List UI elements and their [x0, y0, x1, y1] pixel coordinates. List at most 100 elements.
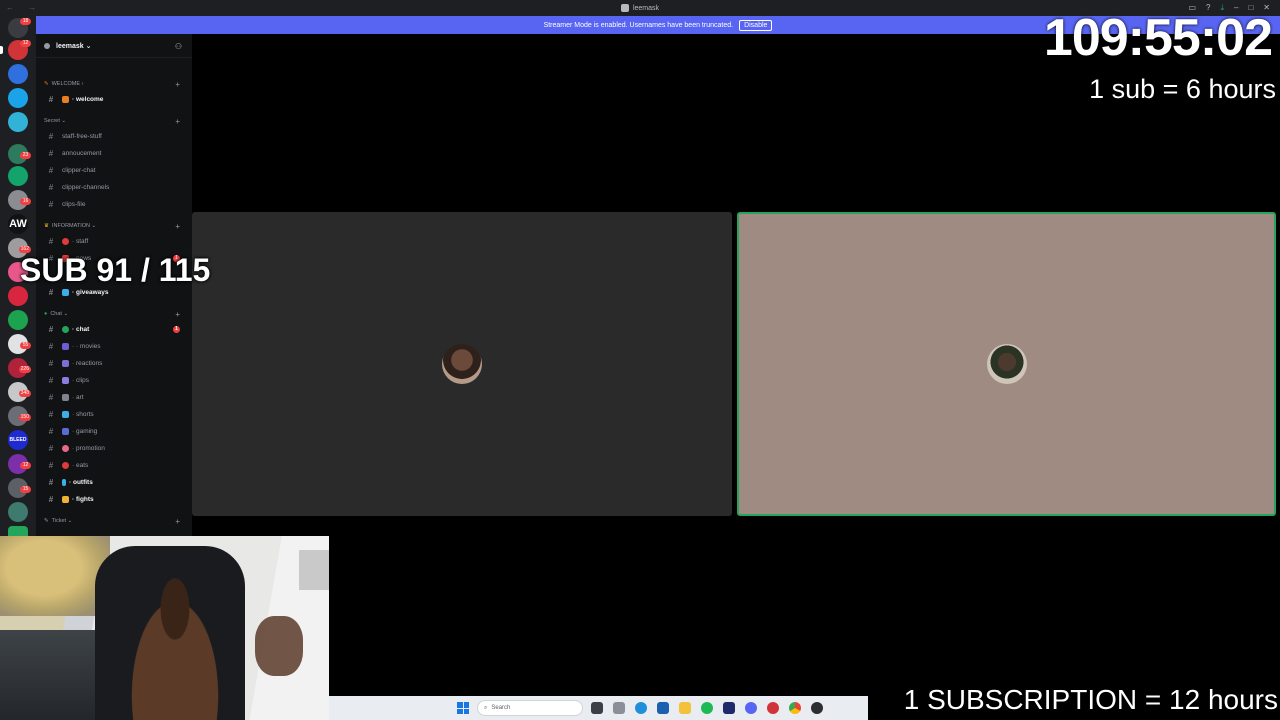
jeans-icon	[62, 478, 66, 486]
category-ticket[interactable]: ✎ Ticket ⌄ +	[44, 517, 184, 526]
add-channel-icon[interactable]: +	[175, 117, 180, 126]
channel-label: · chat	[72, 325, 90, 333]
channel-chat[interactable]: # · chat 1	[44, 322, 186, 336]
hash-icon: #	[48, 494, 54, 504]
food-icon	[62, 461, 69, 469]
category-label: Ticket ⌄	[51, 518, 73, 524]
server-icon[interactable]: BLEED	[8, 430, 28, 450]
category-label: WELCOME ›	[51, 81, 84, 87]
gamepad-icon	[62, 427, 69, 435]
add-channel-icon[interactable]: +	[175, 310, 180, 319]
webcam-background	[0, 630, 110, 720]
settings-icon[interactable]	[613, 702, 625, 714]
rail-badge: 150	[18, 414, 31, 421]
channel-label: · reactions	[72, 359, 103, 367]
call-participant-tile[interactable]	[192, 212, 732, 516]
server-icon[interactable]	[8, 64, 28, 84]
edge-icon[interactable]	[635, 702, 647, 714]
add-channel-icon[interactable]: +	[175, 80, 180, 89]
server-icon[interactable]	[8, 502, 28, 522]
hash-icon: #	[48, 426, 54, 436]
server-icon[interactable]	[8, 286, 28, 306]
hash-icon: #	[48, 409, 54, 419]
server-icon[interactable]	[8, 526, 28, 536]
discord-taskbar-icon[interactable]	[745, 702, 757, 714]
streamer	[120, 576, 230, 720]
pencil-icon: ✎	[44, 81, 49, 87]
server-icon[interactable]	[8, 310, 28, 330]
gem-icon	[62, 288, 69, 296]
category-information[interactable]: ♛ INFORMATION ⌄ +	[44, 222, 184, 231]
participant-avatar	[986, 344, 1027, 384]
premiere-icon[interactable]	[723, 702, 735, 714]
hash-icon: #	[48, 375, 54, 385]
server-status-icon	[44, 42, 50, 49]
channel-annoucement[interactable]: # annoucement	[44, 146, 186, 160]
store-icon[interactable]	[657, 702, 669, 714]
channel-clips-file[interactable]: # clips-file	[44, 197, 186, 211]
crown-icon: ♛	[44, 223, 49, 229]
channel-eats[interactable]: # · eats	[44, 458, 186, 472]
channel-clipper-chat[interactable]: # clipper-chat	[44, 163, 186, 177]
channel-label: staff-free-stuff	[62, 132, 102, 140]
chrome-icon[interactable]	[789, 702, 801, 714]
discord-icon	[620, 4, 629, 12]
channel-fights[interactable]: # · fights	[44, 492, 186, 506]
channel-label: · gaming	[72, 427, 98, 435]
channel-clips[interactable]: # · clips	[44, 373, 186, 387]
webcam-feed	[0, 536, 329, 720]
spotify-icon[interactable]	[701, 702, 713, 714]
server-icon[interactable]	[8, 112, 28, 132]
channel-label: · clips	[72, 376, 89, 384]
channel-label: annoucement	[62, 149, 102, 157]
channel-staff[interactable]: # · staff	[44, 234, 186, 248]
add-channel-icon[interactable]: +	[175, 517, 180, 526]
category-secret[interactable]: Secret ⌄ +	[44, 117, 184, 126]
channel-outfits[interactable]: # · outfits	[44, 475, 186, 489]
server-header[interactable]: leemask ⌄ ⚇	[36, 34, 192, 58]
channel-gaming[interactable]: # · gaming	[44, 424, 186, 438]
channel-movies[interactable]: # · · movies	[44, 339, 186, 353]
server-icon[interactable]	[8, 166, 28, 186]
hash-icon: #	[48, 358, 54, 368]
folder-icon[interactable]	[679, 702, 691, 714]
server-icon[interactable]: AW	[8, 214, 28, 234]
webcam-background	[299, 550, 329, 590]
category-label: Secret ⌄	[44, 118, 67, 124]
nav-arrows[interactable]: ← →	[6, 3, 42, 12]
rail-badge: 12	[20, 462, 31, 469]
channel-label: · promotion	[72, 444, 105, 452]
call-participant-tile-speaking[interactable]	[737, 212, 1276, 516]
category-welcome[interactable]: ✎ WELCOME › +	[44, 80, 184, 89]
emoji-icon	[62, 359, 69, 367]
hash-icon: #	[48, 199, 54, 209]
category-chat[interactable]: ● Chat ⌄ +	[44, 310, 184, 319]
file-explorer-icon[interactable]	[591, 702, 603, 714]
app-icon[interactable]	[767, 702, 779, 714]
taskbar-search[interactable]: ⌕ Search	[477, 700, 583, 716]
rail-badge: 16	[20, 198, 31, 205]
channel-label: · shorts	[72, 410, 94, 418]
add-channel-icon[interactable]: +	[175, 222, 180, 231]
rail-badge: 15	[20, 486, 31, 493]
server-icon[interactable]	[8, 88, 28, 108]
invite-people-icon[interactable]: ⚇	[175, 42, 182, 51]
channel-clipper-channels[interactable]: # clipper-channels	[44, 180, 186, 194]
channel-shorts[interactable]: # · shorts	[44, 407, 186, 421]
channel-label: clips-file	[62, 200, 86, 208]
hash-icon: #	[48, 131, 54, 141]
channel-reactions[interactable]: # · reactions	[44, 356, 186, 370]
popcorn-icon	[62, 342, 69, 350]
pencil-icon: ✎	[44, 518, 49, 524]
hash-icon: #	[48, 392, 54, 402]
disable-streamer-mode-button[interactable]: Disable	[739, 19, 773, 31]
channel-art[interactable]: # · art	[44, 390, 186, 404]
obs-icon[interactable]	[811, 702, 823, 714]
channel-staff-free-stuff[interactable]: # staff-free-stuff	[44, 129, 186, 143]
windows-taskbar: ⌕ Search	[329, 696, 868, 720]
channel-label: · eats	[72, 461, 89, 469]
windows-start-icon[interactable]	[457, 702, 469, 714]
fist-icon	[62, 495, 69, 503]
channel-promotion[interactable]: # · promotion	[44, 441, 186, 455]
channel-welcome[interactable]: # · welcome	[44, 92, 186, 106]
